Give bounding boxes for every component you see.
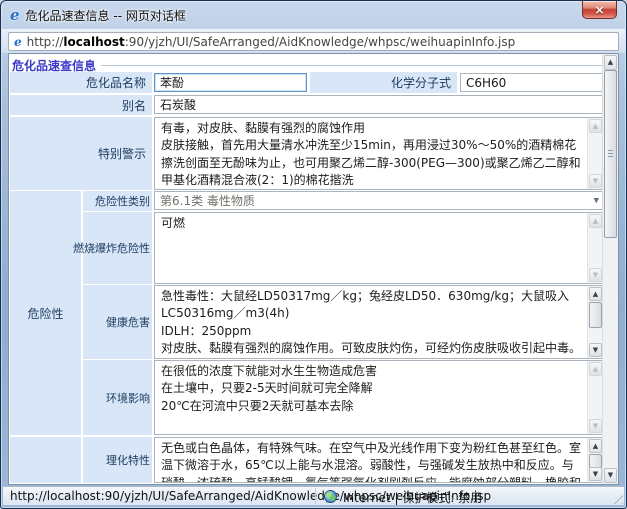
health-hazard-text: 急性毒性：大鼠经LD50317mg／kg；兔经皮LD50．630mg/kg；大鼠…	[155, 286, 587, 358]
scroll-up-icon[interactable]: ▲	[589, 214, 602, 228]
hazard-group-label: 危险性	[10, 191, 81, 435]
scroll-up-icon[interactable]: ▲	[589, 362, 602, 376]
warning-scrollbar[interactable]: ▲ ▼	[587, 118, 603, 189]
name-label: 危化品名称	[10, 72, 152, 93]
scrollbar-thumb[interactable]	[589, 454, 602, 468]
fire-hazard-label: 燃烧爆炸危险性	[83, 212, 152, 284]
zone-text: Internet | 保护模式: 禁用	[343, 489, 482, 506]
category-value: 第6.1类 毒性物质	[160, 192, 255, 209]
scrollbar-thumb[interactable]	[589, 302, 602, 328]
page-content: 危化品速查信息 危化品名称 苯酚 化学分子式 C6H60 别名 石炭酸 特别警示…	[8, 53, 619, 485]
scrollbar-grip	[608, 150, 613, 157]
phys-properties-scrollbar[interactable]: ▲ ▼	[587, 438, 603, 482]
warning-text: 有毒，对皮肤、黏膜有强烈的腐蚀作用 皮肤接触，首先用大量清水冲洗至少15min，…	[155, 118, 587, 189]
scroll-down-icon[interactable]: ▼	[589, 467, 602, 481]
environment-scrollbar[interactable]: ▲ ▼	[587, 361, 603, 434]
phys-properties-label: 理化特性	[83, 437, 152, 483]
name-input[interactable]: 苯酚	[154, 73, 307, 92]
environment-text: 在很低的浓度下就能对水生生物造成危害 在土壤中，只要2-5天时间就可完全降解 2…	[155, 361, 587, 434]
close-icon: ×	[594, 4, 604, 16]
category-select[interactable]: 第6.1类 毒性物质 ▼	[154, 191, 604, 210]
scroll-down-icon[interactable]: ▼	[589, 343, 602, 357]
scroll-down-icon[interactable]: ▼	[589, 174, 602, 188]
scroll-up-icon[interactable]: ▲	[589, 287, 602, 301]
phys-group-cell	[10, 437, 81, 483]
fire-hazard-scrollbar[interactable]: ▲ ▼	[587, 213, 603, 283]
alias-input[interactable]: 石炭酸	[154, 95, 604, 114]
scroll-down-icon[interactable]: ▼	[589, 419, 602, 433]
fire-hazard-text: 可燃	[155, 213, 587, 283]
page-scrollbar[interactable]: ▲ ▼	[602, 54, 618, 484]
scroll-up-icon[interactable]: ▲	[604, 55, 617, 70]
warning-label: 特别警示	[10, 117, 152, 190]
fire-hazard-textarea[interactable]: 可燃 ▲ ▼	[154, 212, 604, 284]
window-title: 危化品速查信息 -- 网页对话框	[26, 7, 186, 24]
health-hazard-textarea[interactable]: 急性毒性：大鼠经LD50317mg／kg；兔经皮LD50．630mg/kg；大鼠…	[154, 285, 604, 359]
resize-grip[interactable]	[610, 491, 623, 504]
formula-label: 化学分子式	[310, 72, 457, 93]
status-divider	[315, 488, 316, 504]
address-input[interactable]: e http://localhost:90/yjzh/UI/SafeArrang…	[8, 32, 619, 51]
formula-input[interactable]: C6H60	[460, 73, 604, 92]
phys-properties-text: 无色或白色晶体，有特殊气味。在空气中及光线作用下变为粉红色甚至红色。室温下微溶于…	[155, 438, 587, 482]
phys-properties-textarea[interactable]: 无色或白色晶体，有特殊气味。在空气中及光线作用下变为粉红色甚至红色。室温下微溶于…	[154, 437, 604, 483]
ie-logo-icon: e	[10, 8, 20, 23]
environment-textarea[interactable]: 在很低的浓度下就能对水生生物造成危害 在土壤中，只要2-5天时间就可完全降解 2…	[154, 360, 604, 435]
title-bar[interactable]: e 危化品速查信息 -- 网页对话框	[1, 1, 626, 29]
address-bar: e http://localhost:90/yjzh/UI/SafeArrang…	[2, 29, 625, 53]
status-bar: http://localhost:90/yjzh/UI/SafeArranged…	[3, 486, 624, 505]
scroll-down-icon[interactable]: ▼	[589, 268, 602, 282]
page-url: http://localhost:90/yjzh/UI/SafeArranged…	[27, 35, 516, 49]
category-label: 危险性类别	[83, 191, 152, 211]
page-icon: e	[14, 36, 22, 48]
dialog-window: e 危化品速查信息 -- 网页对话框 × e http://localhost:…	[0, 0, 627, 509]
environment-label: 环境影响	[83, 360, 152, 435]
chevron-down-icon[interactable]: ▼	[594, 197, 599, 204]
warning-textarea[interactable]: 有毒，对皮肤、黏膜有强烈的腐蚀作用 皮肤接触，首先用大量清水冲洗至少15min，…	[154, 117, 604, 190]
health-hazard-label: 健康危害	[83, 285, 152, 359]
scroll-up-icon[interactable]: ▲	[589, 119, 602, 133]
alias-label: 别名	[10, 95, 152, 115]
scroll-up-icon[interactable]: ▲	[589, 439, 602, 453]
scroll-down-icon[interactable]: ▼	[604, 468, 617, 483]
close-button[interactable]: ×	[582, 1, 617, 19]
legend-rule	[101, 65, 614, 66]
scrollbar-thumb[interactable]	[604, 70, 617, 238]
internet-zone-icon	[324, 490, 337, 503]
health-hazard-scrollbar[interactable]: ▲ ▼	[587, 286, 603, 358]
